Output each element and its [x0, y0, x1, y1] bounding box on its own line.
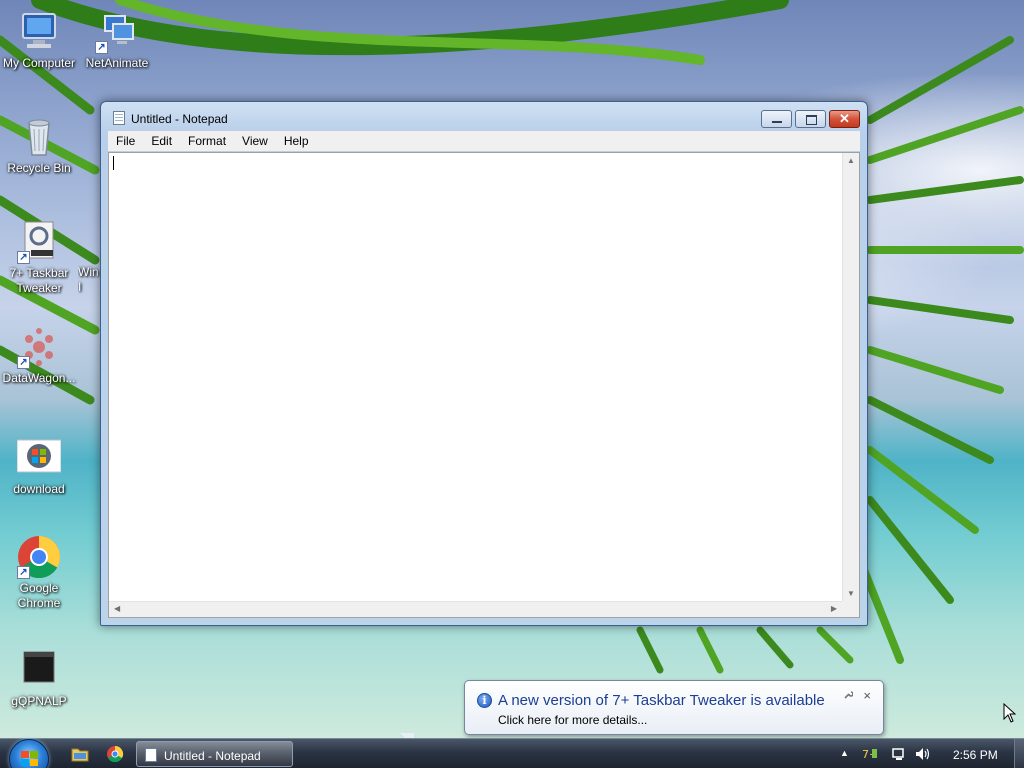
recycle-bin-icon [17, 115, 61, 159]
desktop-icon-win-partial[interactable]: Win I [78, 265, 102, 295]
desktop-icon-my-computer[interactable]: My Computer [0, 10, 79, 71]
vertical-scrollbar[interactable]: ▲ ▼ [842, 153, 859, 602]
shortcut-arrow-icon: ↗ [95, 41, 108, 54]
clock[interactable]: 2:56 PM [953, 748, 998, 762]
shortcut-arrow-icon: ↗ [17, 251, 30, 264]
desktop-icon-download[interactable]: download [0, 436, 79, 497]
volume-icon[interactable] [914, 747, 932, 764]
network-icon[interactable] [891, 747, 907, 764]
desktop-icon-datawagon[interactable]: ↗ DataWagon... [0, 325, 79, 386]
desktop-icon-label: Win I [78, 265, 99, 294]
scroll-down-icon[interactable]: ▼ [847, 590, 855, 598]
menu-view[interactable]: View [234, 131, 276, 151]
text-editor-area[interactable]: ▲ ▼ ◀ ▶ [108, 152, 860, 618]
menu-file[interactable]: File [108, 131, 143, 151]
desktop-icon-label: 7+ Taskbar Tweaker [9, 266, 69, 295]
menu-format[interactable]: Format [180, 131, 234, 151]
black-file-icon [17, 648, 61, 692]
desktop-icon-label: My Computer [2, 56, 76, 70]
folder-icon[interactable] [70, 745, 90, 763]
maximize-button[interactable] [795, 110, 826, 128]
notepad-icon [145, 748, 157, 762]
notification-balloon[interactable]: i A new version of 7+ Taskbar Tweaker is… [464, 680, 884, 735]
desktop-icon-7-taskbar-tweaker[interactable]: ↗ 7+ Taskbar Tweaker [0, 220, 79, 296]
chrome-quicklaunch-icon[interactable] [106, 745, 126, 763]
horizontal-scrollbar[interactable]: ◀ ▶ [109, 601, 842, 617]
desktop-icon-label: NetAnimate [85, 56, 149, 70]
menu-bar: File Edit Format View Help [108, 131, 860, 151]
desktop-icon-label: Google Chrome [17, 581, 61, 610]
taskbar-tweaker-app-icon: ↗ [17, 220, 61, 264]
windows-image-icon [16, 436, 62, 480]
menu-help[interactable]: Help [276, 131, 317, 151]
info-icon: i [477, 693, 492, 708]
menu-edit[interactable]: Edit [143, 131, 180, 151]
shortcut-arrow-icon: ↗ [17, 356, 30, 369]
notepad-icon [113, 111, 125, 125]
window-title: Untitled - Notepad [131, 112, 228, 126]
notepad-window[interactable]: Untitled - Notepad ✕ File Edit Format Vi… [100, 101, 868, 626]
taskbar-tweaker-icon[interactable]: 7+ [862, 746, 878, 763]
show-desktop-button[interactable] [1014, 739, 1024, 768]
notification-close-button[interactable]: × [863, 688, 871, 703]
taskbar-button-notepad[interactable]: Untitled - Notepad [136, 741, 293, 767]
shortcut-arrow-icon: ↗ [17, 566, 30, 579]
desktop-icon-label: DataWagon... [2, 371, 76, 385]
desktop-icon-recycle-bin[interactable]: Recycle Bin [0, 115, 79, 176]
desktop-icon-netanimate[interactable]: ↗ NetAnimate [77, 10, 157, 71]
scroll-up-icon[interactable]: ▲ [847, 157, 855, 165]
datawagon-icon: ↗ [17, 325, 61, 369]
desktop-icon-gqpnalp[interactable]: gQPNALP [0, 648, 79, 709]
network-computers-icon: ↗ [95, 10, 139, 54]
settings-wrench-icon[interactable] [843, 689, 854, 703]
desktop-icon-label: Recycle Bin [7, 161, 71, 175]
notification-title[interactable]: A new version of 7+ Taskbar Tweaker is a… [498, 692, 825, 709]
show-hidden-icons-icon[interactable]: ▲ [840, 748, 849, 758]
minimize-button[interactable] [761, 110, 792, 128]
desktop-icon-label: gQPNALP [11, 694, 67, 708]
scroll-left-icon[interactable]: ◀ [114, 605, 120, 613]
notification-body[interactable]: Click here for more details... [498, 713, 647, 727]
close-button[interactable]: ✕ [829, 110, 860, 128]
chrome-icon: ↗ [17, 535, 61, 579]
close-icon: ✕ [839, 111, 850, 126]
windows-logo-icon [21, 751, 39, 767]
desktop-icon-label: download [13, 482, 65, 496]
text-caret [113, 156, 114, 170]
size-grip[interactable] [842, 601, 859, 617]
taskbar: Untitled - Notepad ▲ 7+ 2:56 PM [0, 738, 1024, 768]
title-bar[interactable]: Untitled - Notepad ✕ [101, 102, 867, 132]
taskbar-button-label: Untitled - Notepad [164, 749, 261, 763]
mouse-pointer-icon [1003, 703, 1017, 723]
desktop-icon-google-chrome[interactable]: ↗ Google Chrome [0, 535, 79, 611]
computer-icon [17, 10, 61, 54]
scroll-right-icon[interactable]: ▶ [831, 605, 837, 613]
